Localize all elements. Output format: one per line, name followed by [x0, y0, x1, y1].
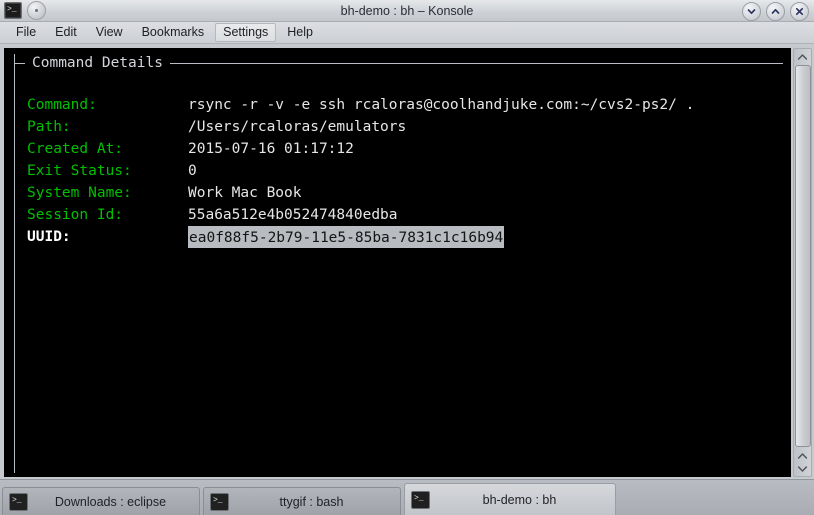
menu-item-edit[interactable]: Edit: [47, 23, 85, 42]
scrollbar-down-button[interactable]: [795, 462, 810, 475]
tab-ttygif-bash[interactable]: ttygif : bash: [203, 487, 401, 515]
detail-value-uuid[interactable]: ea0f88f5-2b79-11e5-85ba-7831c1c16b94: [188, 226, 505, 248]
menu-item-help[interactable]: Help: [279, 23, 321, 42]
detail-row-system-name: System Name: Work Mac Book: [27, 182, 783, 204]
detail-value-created-at: 2015-07-16 01:17:12: [188, 141, 354, 157]
tab-bh-demo-bh[interactable]: bh-demo : bh: [404, 483, 616, 515]
menu-item-bookmarks[interactable]: Bookmarks: [134, 23, 213, 42]
scrollbar-up-button-bottom[interactable]: [795, 449, 810, 462]
chevron-up-icon: [797, 53, 808, 60]
menu-bar: File Edit View Bookmarks Settings Help: [0, 22, 814, 44]
chevron-up-icon: [797, 452, 808, 459]
terminal-icon: [4, 2, 22, 19]
menu-item-view[interactable]: View: [88, 23, 131, 42]
detail-value-exit-status: 0: [188, 163, 197, 179]
chevron-up-icon: [771, 8, 780, 14]
terminal-icon: [411, 490, 430, 509]
title-bar-left-controls: [4, 1, 46, 20]
command-details-frame: Command Details Command: rsync -r -v -e …: [14, 54, 783, 473]
detail-label-path: Path:: [27, 119, 71, 135]
detail-value-system-name: Work Mac Book: [188, 185, 302, 201]
detail-label-session-id: Session Id:: [27, 207, 124, 223]
close-button[interactable]: [790, 2, 809, 21]
minimize-button[interactable]: [742, 2, 761, 21]
window-menu-icon[interactable]: [27, 1, 46, 20]
detail-row-command: Command: rsync -r -v -e ssh rcaloras@coo…: [27, 94, 783, 116]
frame-title: Command Details: [25, 54, 170, 73]
scrollbar-up-button[interactable]: [795, 50, 810, 63]
terminal-area: Command Details Command: rsync -r -v -e …: [0, 44, 814, 479]
tab-downloads-eclipse[interactable]: Downloads : eclipse: [2, 487, 200, 515]
menu-item-settings[interactable]: Settings: [215, 23, 277, 42]
tab-label: Downloads : eclipse: [54, 494, 167, 509]
konsole-window: bh-demo : bh – Konsole File Edit View Bo…: [0, 0, 814, 515]
detail-row-exit-status: Exit Status: 0: [27, 160, 783, 182]
detail-label-uuid: UUID:: [27, 229, 71, 245]
detail-value-session-id: 55a6a512e4b052474840edba: [188, 207, 398, 223]
title-bar: bh-demo : bh – Konsole: [0, 0, 814, 22]
detail-row-path: Path: /Users/rcaloras/emulators: [27, 116, 783, 138]
detail-label-exit-status: Exit Status:: [27, 163, 132, 179]
session-tab-bar: Downloads : eclipse ttygif : bash bh-dem…: [0, 479, 814, 515]
tab-label: ttygif : bash: [279, 494, 344, 509]
window-title: bh-demo : bh – Konsole: [340, 3, 474, 18]
chevron-down-icon: [797, 465, 808, 472]
vertical-scrollbar[interactable]: [793, 48, 812, 477]
detail-label-command: Command:: [27, 97, 97, 113]
detail-value-command: rsync -r -v -e ssh rcaloras@coolhandjuke…: [188, 97, 695, 113]
chevron-down-icon: [747, 9, 756, 15]
command-details-list: Command: rsync -r -v -e ssh rcaloras@coo…: [27, 94, 783, 248]
detail-row-created-at: Created At: 2015-07-16 01:17:12: [27, 138, 783, 160]
terminal-icon: [9, 492, 28, 511]
terminal-icon: [210, 492, 229, 511]
detail-row-uuid: UUID: ea0f88f5-2b79-11e5-85ba-7831c1c16b…: [27, 226, 783, 248]
scrollbar-thumb[interactable]: [794, 65, 811, 447]
menu-item-file[interactable]: File: [8, 23, 44, 42]
close-x-icon: [795, 7, 804, 16]
tab-label: bh-demo : bh: [482, 492, 557, 507]
detail-row-session-id: Session Id: 55a6a512e4b052474840edba: [27, 204, 783, 226]
maximize-button[interactable]: [766, 2, 785, 21]
window-controls: [742, 2, 809, 21]
detail-label-system-name: System Name:: [27, 185, 132, 201]
detail-value-path: /Users/rcaloras/emulators: [188, 119, 407, 135]
terminal-output[interactable]: Command Details Command: rsync -r -v -e …: [4, 48, 791, 477]
detail-label-created-at: Created At:: [27, 141, 124, 157]
